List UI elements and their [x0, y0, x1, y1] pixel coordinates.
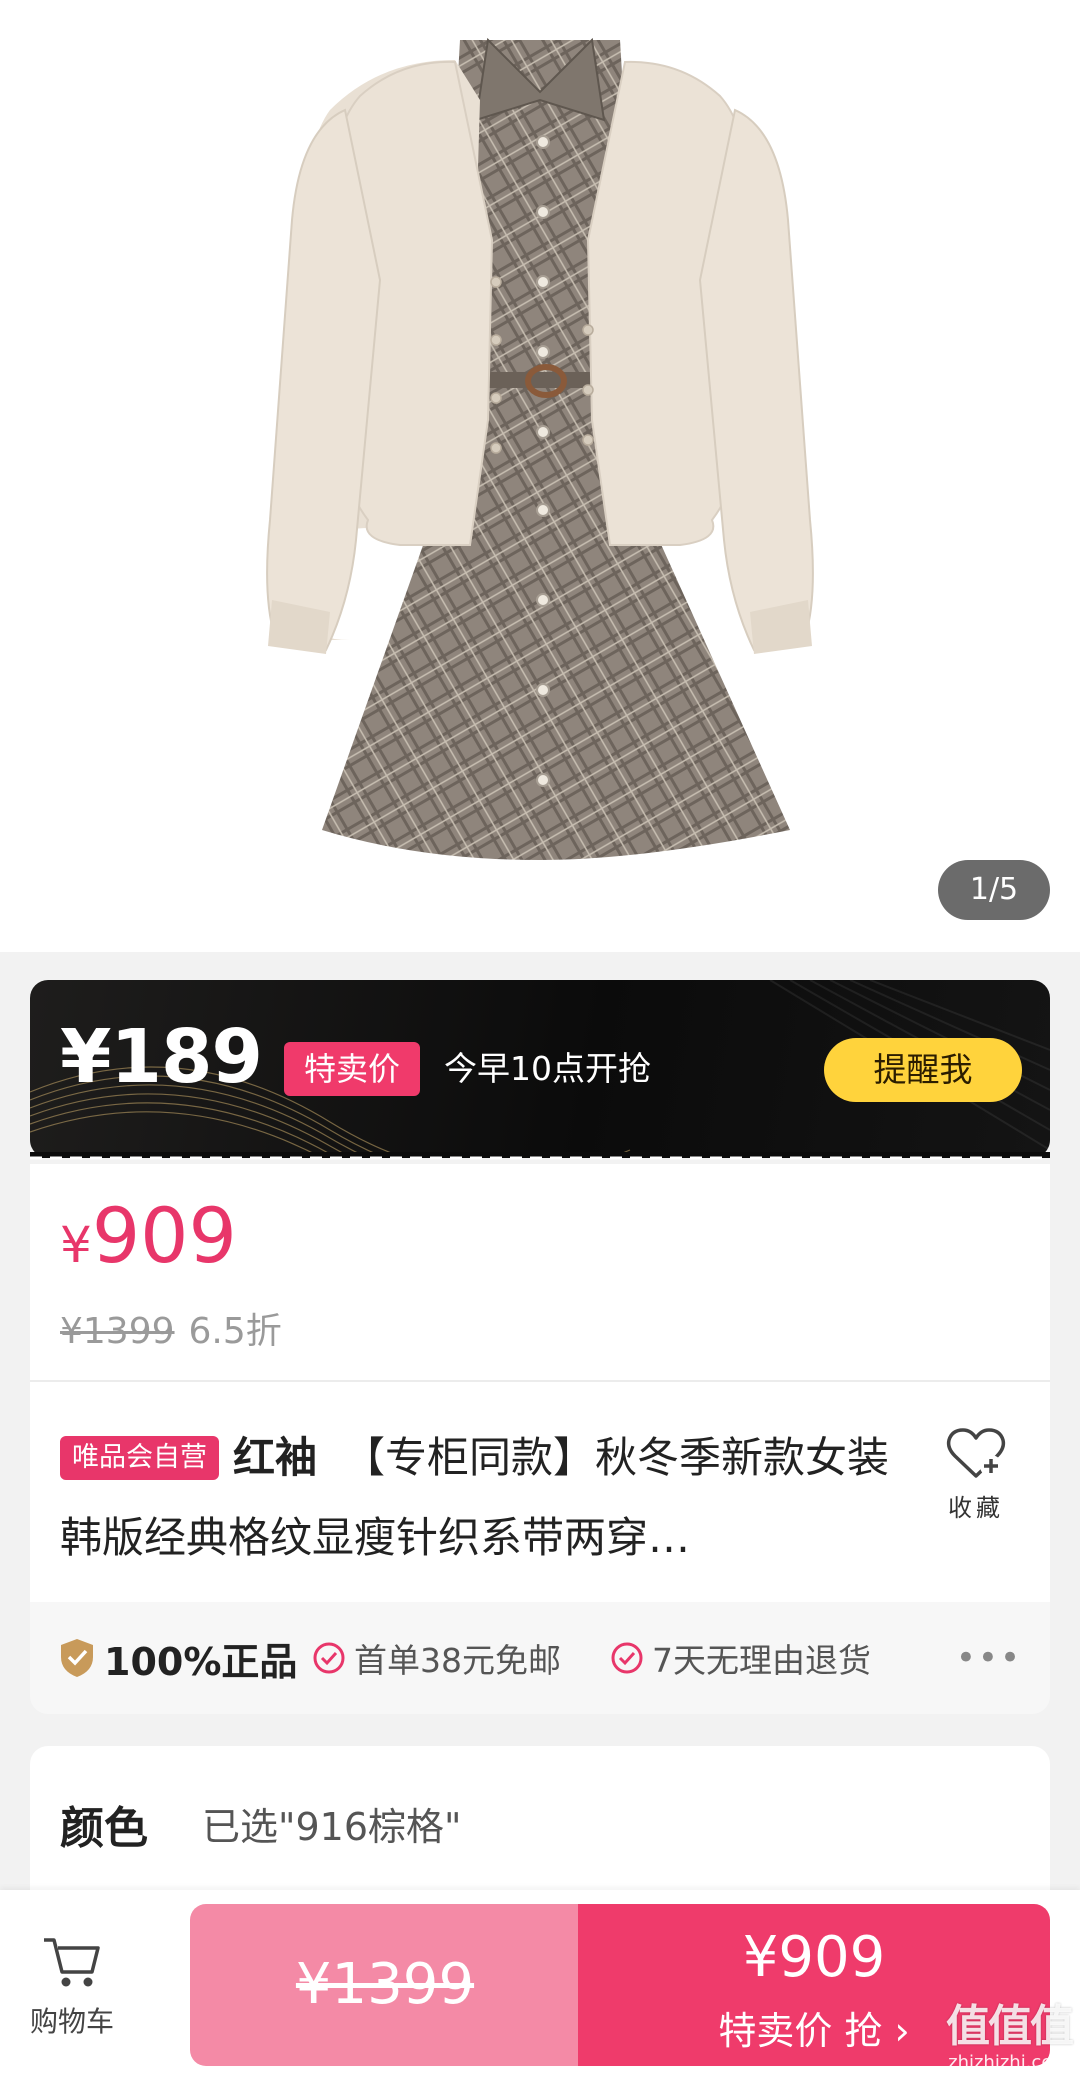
authentic-label: 100%正品	[104, 1639, 298, 1684]
selected-color: 已选"916棕格"	[202, 1805, 462, 1849]
original-price: ¥1399	[60, 1311, 175, 1352]
original-price-row: ¥1399 6.5折	[60, 1302, 282, 1354]
check-circle-icon	[611, 1642, 643, 1674]
favorite-label: 收藏	[948, 1494, 1004, 1522]
more-icon[interactable]: •••	[956, 1641, 1022, 1675]
current-price: ¥909	[60, 1198, 237, 1274]
self-operated-badge: 唯品会自营	[60, 1436, 219, 1480]
shopping-cart-icon	[44, 1938, 100, 1987]
guarantee-free-shipping: 首单38元免邮	[312, 1602, 561, 1714]
product-image[interactable]: 1/5	[0, 0, 1080, 952]
flash-sale-price: ¥189	[60, 1014, 263, 1100]
currency-symbol: ¥	[60, 1216, 92, 1274]
price-section: ¥909 ¥1399 6.5折	[30, 1164, 1050, 1380]
return-policy-label: 7天无理由退货	[652, 1641, 871, 1680]
cart-button[interactable]: 购物车	[22, 1934, 122, 2040]
authentic-guarantee: 100%正品	[58, 1602, 297, 1714]
color-label: 颜色	[60, 1803, 148, 1854]
discount-label: 6.5折	[188, 1311, 282, 1352]
current-price-value: 909	[91, 1191, 237, 1280]
flash-sale-start-time: 今早10点开抢	[444, 1049, 651, 1088]
image-counter: 1/5	[938, 860, 1050, 920]
watermark-url: zhizhizhi.com	[948, 2052, 1070, 2073]
dress-illustration	[266, 37, 814, 860]
watermark: 值值值 zhizhizhi.com	[946, 1990, 1074, 2073]
cart-label: 购物车	[29, 2005, 114, 2038]
guarantee-bar[interactable]: 100%正品 首单38元免邮 7天无理由退货 •••	[30, 1602, 1050, 1714]
buy-now-price: ¥909	[742, 1925, 886, 1990]
guarantee-return: 7天无理由退货	[610, 1602, 871, 1714]
favorite-button[interactable]: 收藏	[936, 1426, 1016, 1523]
heart-plus-icon	[946, 1428, 1006, 1478]
product-title: 唯品会自营 红袖 【专柜同款】秋冬季新款女装韩版经典格纹显瘦针织系带两穿…	[60, 1418, 920, 1578]
watermark-logo: 值值值	[946, 2001, 1074, 2052]
product-title-section: 唯品会自营 红袖 【专柜同款】秋冬季新款女装韩版经典格纹显瘦针织系带两穿… 收藏	[30, 1382, 1050, 1602]
skirt-shape	[322, 520, 790, 860]
original-price-button[interactable]: ¥1399	[190, 1904, 580, 2066]
bottom-action-bar: 购物车 ¥1399 ¥909 特卖价 抢 ›	[0, 1890, 1080, 2080]
brand-name[interactable]: 红袖	[233, 1433, 317, 1482]
flash-sale-banner: ¥189 特卖价 今早10点开抢 提醒我	[30, 980, 1050, 1158]
check-circle-icon	[313, 1642, 345, 1674]
shield-check-icon	[61, 1639, 93, 1677]
flash-sale-tag: 特卖价	[284, 1042, 421, 1096]
free-shipping-label: 首单38元免邮	[354, 1641, 561, 1680]
remind-me-button[interactable]: 提醒我	[824, 1038, 1022, 1102]
